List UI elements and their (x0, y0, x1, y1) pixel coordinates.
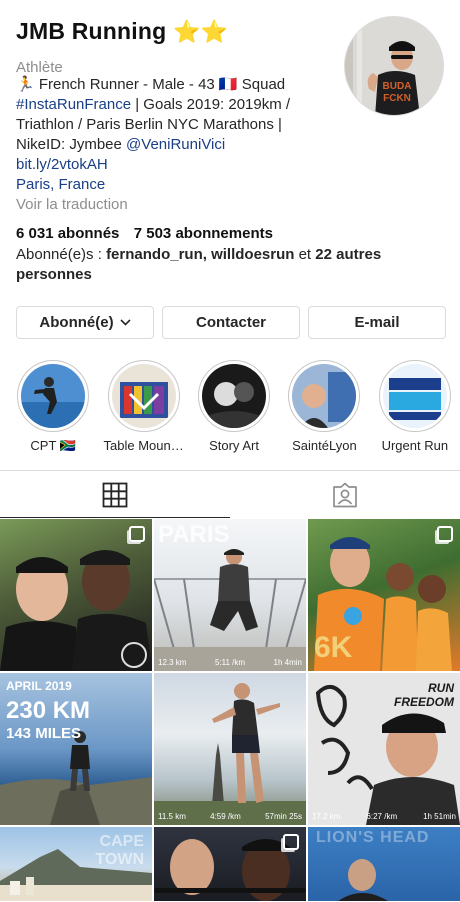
run-pace: 4:59 /km (210, 812, 241, 821)
following-button[interactable]: Abonné(e) (16, 306, 154, 339)
website-link[interactable]: bit.ly/2vtokAH (16, 155, 316, 175)
following-count[interactable]: 7 503 abonnements (134, 225, 273, 242)
bio-text: NikeID: Jymbee (16, 136, 127, 153)
chevron-down-icon (120, 319, 131, 326)
highlight-ring (288, 360, 361, 432)
avatar-photo: BUDA FCKN (345, 17, 443, 115)
tagged-person-icon (333, 482, 357, 507)
post-run-stats: 11.5 km 4:59 /km 57min 25s (158, 812, 302, 821)
profile-bio: 🏃 French Runner - Male - 43 🇫🇷 Squad #In… (16, 75, 316, 215)
highlight-label: Story Art (209, 438, 259, 453)
run-distance: 12.3 km (158, 658, 187, 667)
post-thumbnail[interactable]: RUN FREEDOM 17.2 km 6:27 /km 1h 51min (308, 673, 460, 825)
post-image (154, 683, 306, 825)
followed-by[interactable]: Abonné(e)s : fernando_run, willdoesrun e… (16, 245, 446, 285)
run-time: 1h 51min (423, 812, 456, 821)
bio-text: | Goals 2019: 2019km / (131, 96, 291, 113)
highlight-ring (17, 360, 90, 432)
followers-count[interactable]: 6 031 abonnés (16, 225, 119, 242)
post-overlay-text: RUN FREEDOM (394, 681, 454, 709)
carousel-icon (437, 526, 453, 542)
highlight-ring (378, 360, 451, 432)
profile-avatar[interactable]: BUDA FCKN (344, 16, 444, 116)
following-button-label: Abonné(e) (39, 314, 114, 331)
contact-button[interactable]: Contacter (162, 306, 300, 339)
post-overlay-text: CAPE TOWN (95, 833, 144, 868)
post-thumbnail[interactable]: 11.5 km 4:59 /km 57min 25s (154, 673, 306, 825)
highlight-cpt[interactable]: CPT 🇿🇦 (8, 360, 98, 454)
tab-grid[interactable] (0, 471, 230, 518)
home-indicator (154, 888, 306, 893)
highlight-table-mountain[interactable]: Table Moun… (98, 360, 188, 454)
run-distance: 17.2 km (312, 812, 341, 821)
run-pace: 6:27 /km (366, 812, 398, 821)
hashtag-link[interactable]: #InstaRunFrance (16, 96, 131, 113)
svg-text:FCKN: FCKN (383, 93, 411, 104)
bio-line: NikeID: Jymbee @VeniRuniVici (16, 135, 316, 155)
location-link[interactable]: Paris, France (16, 175, 316, 195)
highlight-label: SaintéLyon (292, 438, 357, 453)
bio-line: #InstaRunFrance | Goals 2019: 2019km / (16, 95, 316, 115)
story-highlights: CPT 🇿🇦 Table Moun… Story Art SaintéLyon … (8, 360, 460, 454)
highlight-label: CPT 🇿🇦 (30, 438, 76, 453)
highlight-image (111, 364, 176, 428)
post-run-stats: 12.3 km 5:11 /km 1h 4min (158, 658, 302, 667)
highlight-ring (107, 360, 180, 432)
run-time: 57min 25s (265, 812, 302, 821)
profile-tabs (0, 470, 460, 518)
highlight-label: Table Moun… (103, 438, 184, 453)
post-thumbnail[interactable]: PARIS 12.3 km 5:11 /km 1h 4min (154, 519, 306, 671)
email-button[interactable]: E-mail (308, 306, 446, 339)
mention-link[interactable]: @VeniRuniVici (126, 136, 225, 153)
post-overlay-text: PARIS (158, 521, 230, 548)
bio-line: Triathlon / Paris Berlin NYC Marathons | (16, 116, 282, 133)
run-distance: 11.5 km (158, 812, 186, 821)
profile-header: JMB Running ⭐⭐ Athlète (16, 18, 336, 76)
stars-emoji: ⭐⭐ (173, 19, 229, 44)
profile-name: JMB Running ⭐⭐ (16, 18, 336, 45)
translate-link[interactable]: Voir la traduction (16, 195, 316, 215)
highlight-image (202, 364, 267, 428)
svg-text:BUDA: BUDA (383, 81, 412, 92)
post-thumbnail[interactable]: CAPE TOWN (0, 827, 152, 901)
highlight-saintelyon[interactable]: SaintéLyon (279, 360, 369, 454)
highlight-image (21, 364, 86, 428)
tab-tagged[interactable] (230, 471, 460, 518)
post-image (0, 550, 152, 671)
profile-name-text: JMB Running (16, 18, 167, 44)
post-overlay-text: 6K (314, 631, 353, 664)
profile-category: Athlète (16, 59, 63, 76)
run-time: 1h 4min (273, 658, 302, 667)
post-overlay-text: LION'S HEAD (316, 829, 430, 846)
follow-counts: 6 031 abonnés 7 503 abonnements (16, 225, 273, 242)
post-image (0, 731, 152, 825)
post-thumbnail[interactable]: APRIL 2019 230 KM 143 MILES (0, 673, 152, 825)
highlight-label: Urgent Run (381, 438, 449, 453)
followed-by-and: et (294, 246, 316, 263)
run-pace: 5:11 /km (214, 658, 246, 667)
carousel-icon (283, 834, 299, 850)
post-thumbnail[interactable]: LION'S HEAD (308, 827, 460, 901)
bio-line: 🏃 French Runner - Male - 43 🇫🇷 Squad (16, 76, 286, 93)
carousel-icon (129, 526, 145, 542)
highlight-story-art[interactable]: Story Art (189, 360, 279, 454)
highlight-image (292, 364, 357, 428)
post-thumbnail[interactable]: 6K (308, 519, 460, 671)
post-overlay-text: APRIL 2019 (6, 679, 72, 693)
highlight-ring (198, 360, 271, 432)
post-thumbnail[interactable] (0, 519, 152, 671)
highlight-urgent-run[interactable]: Urgent Run (370, 360, 460, 454)
followed-by-names: fernando_run, willdoesrun (106, 246, 295, 263)
highlight-image (382, 364, 447, 428)
post-overlay-sub: 230 KM (6, 697, 91, 724)
post-run-stats: 17.2 km 6:27 /km 1h 51min (312, 812, 456, 821)
followed-by-prefix: Abonné(e)s : (16, 246, 107, 263)
posts-grid: PARIS 12.3 km 5:11 /km 1h 4min 6K APRIL … (0, 519, 460, 901)
action-buttons: Abonné(e) Contacter E-mail (16, 306, 446, 339)
post-overlay-sub: 143 MILES (6, 725, 82, 742)
grid-icon (102, 482, 128, 507)
